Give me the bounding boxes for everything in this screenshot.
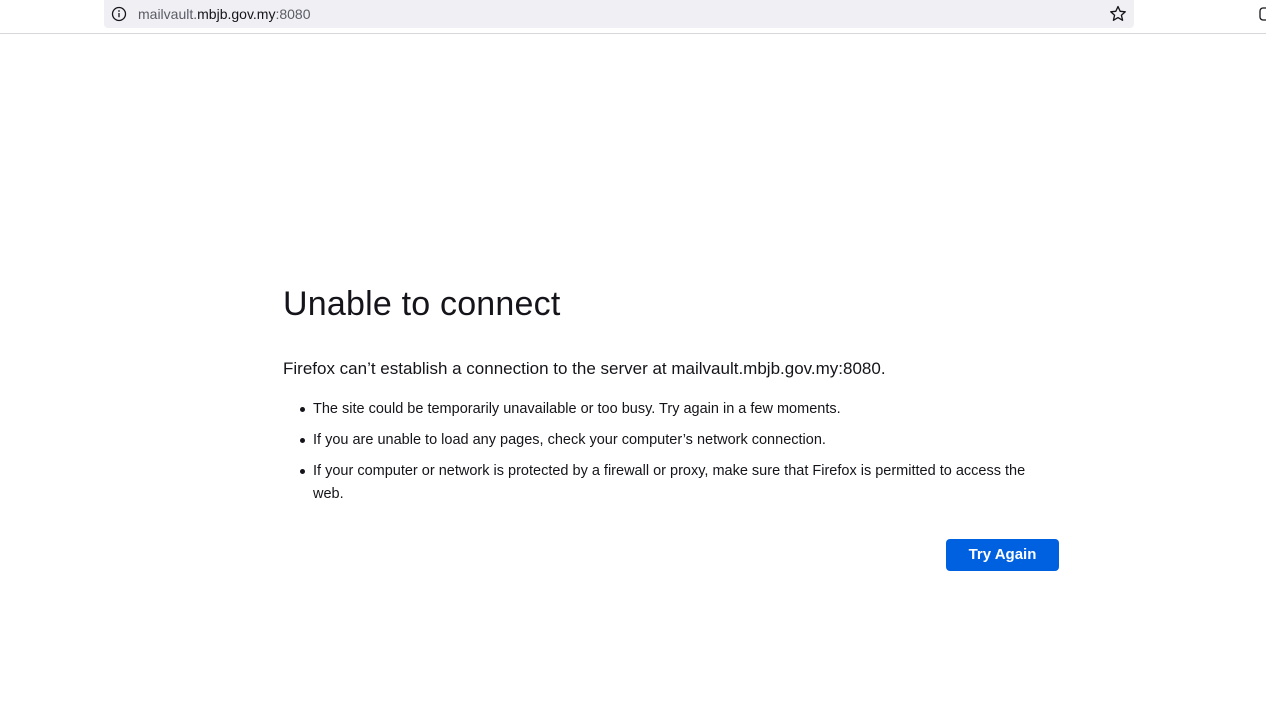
list-item: If your computer or network is protected… [300, 460, 1059, 506]
info-icon[interactable] [110, 5, 128, 23]
error-description: Firefox can’t establish a connection to … [283, 359, 886, 378]
star-icon[interactable] [1108, 4, 1128, 24]
extension-icon[interactable] [1258, 4, 1266, 24]
list-item: If you are unable to load any pages, che… [300, 429, 1059, 452]
error-title: Unable to connect [283, 285, 561, 323]
try-again-button[interactable]: Try Again [946, 539, 1059, 571]
url-port: :8080 [275, 6, 311, 22]
browser-toolbar: mailvault.mbjb.gov.my:8080 [0, 0, 1266, 34]
url-text[interactable]: mailvault.mbjb.gov.my:8080 [138, 5, 311, 23]
error-page: Unable to connect Firefox can’t establis… [283, 282, 1059, 571]
list-item: The site could be temporarily unavailabl… [300, 398, 1059, 421]
error-tips-list: The site could be temporarily unavailabl… [283, 398, 1059, 514]
url-prefix: mailvault. [138, 6, 198, 22]
url-host: mbjb.gov.my [197, 6, 276, 22]
